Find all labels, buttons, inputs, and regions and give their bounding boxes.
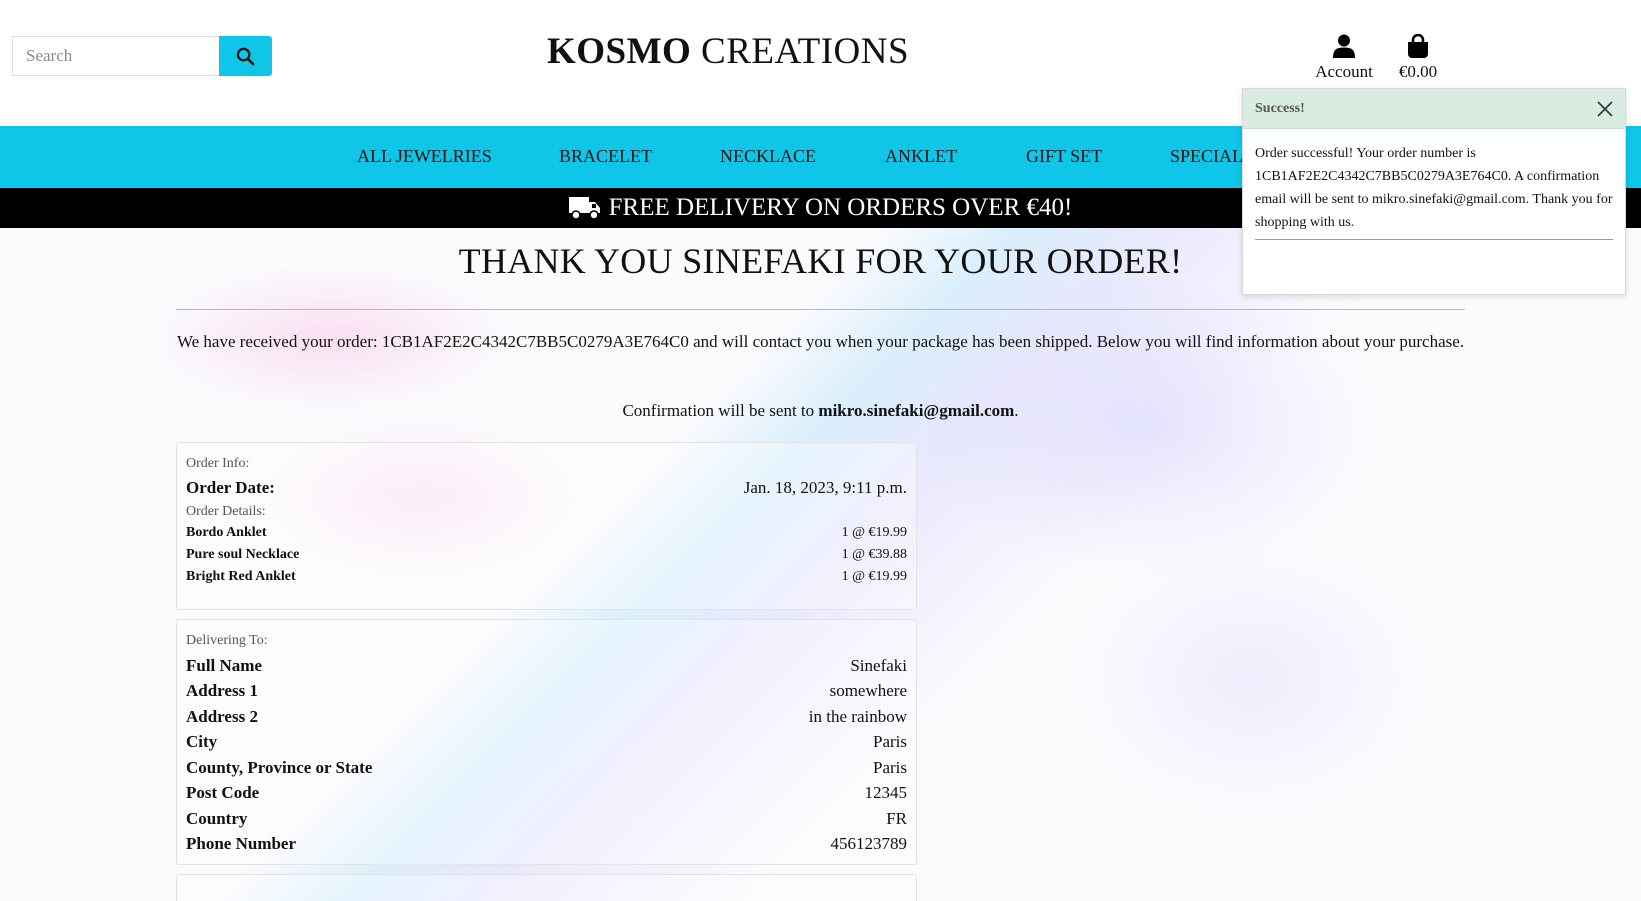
order-details-label: Order Details: [186, 503, 266, 519]
site-logo[interactable]: KOSMO CREATIONS [0, 30, 1456, 73]
toast-progress [1255, 239, 1613, 240]
truck-icon [568, 197, 600, 220]
delivery-card: Delivering To: Full Name Sinefaki Address… [176, 619, 917, 865]
confirm-prefix: Confirmation will be sent to [622, 401, 819, 420]
next-card [176, 874, 917, 901]
intro-text: We have received your order: 1CB1AF2E2C4… [176, 332, 1465, 351]
delivery-row-county: County, Province or State Paris [186, 755, 907, 781]
delivery-row-full-name: Full Name Sinefaki [186, 653, 907, 679]
list-item: Bordo Anklet 1 @ €19.99 [186, 522, 907, 544]
close-icon [1597, 100, 1613, 117]
field-value: somewhere [829, 681, 907, 701]
toast-title: Success! [1255, 100, 1305, 116]
field-label: County, Province or State [186, 757, 373, 777]
list-item: Pure soul Necklace 1 @ €39.88 [186, 544, 907, 566]
toast-close-button[interactable] [1597, 100, 1613, 117]
confirmation-text: Confirmation will be sent to mikro.sinef… [0, 401, 1641, 421]
toast-message: Order successful! Your order number is 1… [1255, 146, 1613, 230]
field-value: Paris [873, 732, 907, 752]
field-value: FR [886, 808, 907, 828]
item-name: Pure soul Necklace [186, 546, 300, 562]
nav-bracelet[interactable]: BRACELET [559, 146, 652, 167]
field-label: Full Name [186, 655, 263, 675]
nav-all-jewelries[interactable]: ALL JEWELRIES [357, 146, 492, 167]
order-date-value: Jan. 18, 2023, 9:11 p.m. [743, 477, 907, 497]
success-toast: Success! Order successful! Your order nu… [1242, 88, 1626, 295]
order-info-card: Order Info: Order Date: Jan. 18, 2023, 9… [176, 442, 917, 610]
field-label: Post Code [186, 783, 260, 803]
nav-special[interactable]: SPECIAL [1170, 146, 1243, 167]
delivery-row-phone: Phone Number 456123789 [186, 832, 907, 858]
field-label: City [186, 732, 218, 752]
confirm-suffix: . [1014, 401, 1019, 420]
cart-link[interactable]: €0.00 [1392, 34, 1444, 82]
account-link[interactable]: Account [1311, 34, 1377, 82]
field-value: Paris [873, 757, 907, 777]
delivery-row-address-1: Address 1 somewhere [186, 679, 907, 705]
order-date-label: Order Date: [186, 477, 275, 497]
toast-header: Success! [1243, 89, 1625, 129]
field-value: 12345 [864, 783, 908, 803]
banner-text: FREE DELIVERY ON ORDERS OVER €40! [608, 194, 1073, 221]
nav-anklet[interactable]: ANKLET [885, 146, 957, 167]
user-icon [1333, 34, 1355, 58]
order-confirmation: THANK YOU SINEFAKI FOR YOUR ORDER! We ha… [0, 228, 1641, 901]
nav-necklace[interactable]: NECKLACE [720, 146, 816, 167]
brand-rest: CREATIONS [691, 31, 910, 72]
field-label: Address 1 [186, 681, 258, 701]
brand-bold: KOSMO [546, 31, 692, 72]
delivery-row-address-2: Address 2 in the rainbow [186, 704, 907, 730]
order-date-row: Order Date: Jan. 18, 2023, 9:11 p.m. [186, 475, 907, 501]
field-label: Phone Number [186, 834, 297, 854]
nav-gift-set[interactable]: GIFT SET [1026, 146, 1102, 167]
delivery-row-post-code: Post Code 12345 [186, 781, 907, 807]
list-item: Bright Red Anklet 1 @ €19.99 [186, 566, 907, 588]
account-label: Account [1315, 62, 1373, 81]
delivery-rows: Full Name Sinefaki Address 1 somewhere Add… [186, 653, 907, 857]
order-items-list: Bordo Anklet 1 @ €19.99 Pure soul Neckla… [186, 522, 907, 588]
shopping-bag-icon [1408, 34, 1428, 58]
confirm-email: mikro.sinefaki@gmail.com [818, 401, 1015, 420]
field-value: 456123789 [830, 834, 908, 854]
item-qty-price: 1 @ €19.99 [841, 524, 907, 540]
field-label: Country [186, 808, 248, 828]
delivery-row-country: Country FR [186, 806, 907, 832]
field-label: Address 2 [186, 706, 258, 726]
field-value: Sinefaki [850, 655, 907, 675]
delivery-row-city: City Paris [186, 730, 907, 756]
delivering-to-label: Delivering To: [186, 633, 268, 648]
cart-total: €0.00 [1398, 62, 1438, 81]
item-name: Bright Red Anklet [186, 568, 296, 584]
item-qty-price: 1 @ €19.99 [841, 568, 907, 584]
divider [176, 309, 1465, 310]
field-value: in the rainbow [808, 706, 907, 726]
item-name: Bordo Anklet [186, 524, 267, 540]
item-qty-price: 1 @ €39.88 [841, 546, 907, 562]
order-info-label: Order Info: [186, 456, 250, 471]
